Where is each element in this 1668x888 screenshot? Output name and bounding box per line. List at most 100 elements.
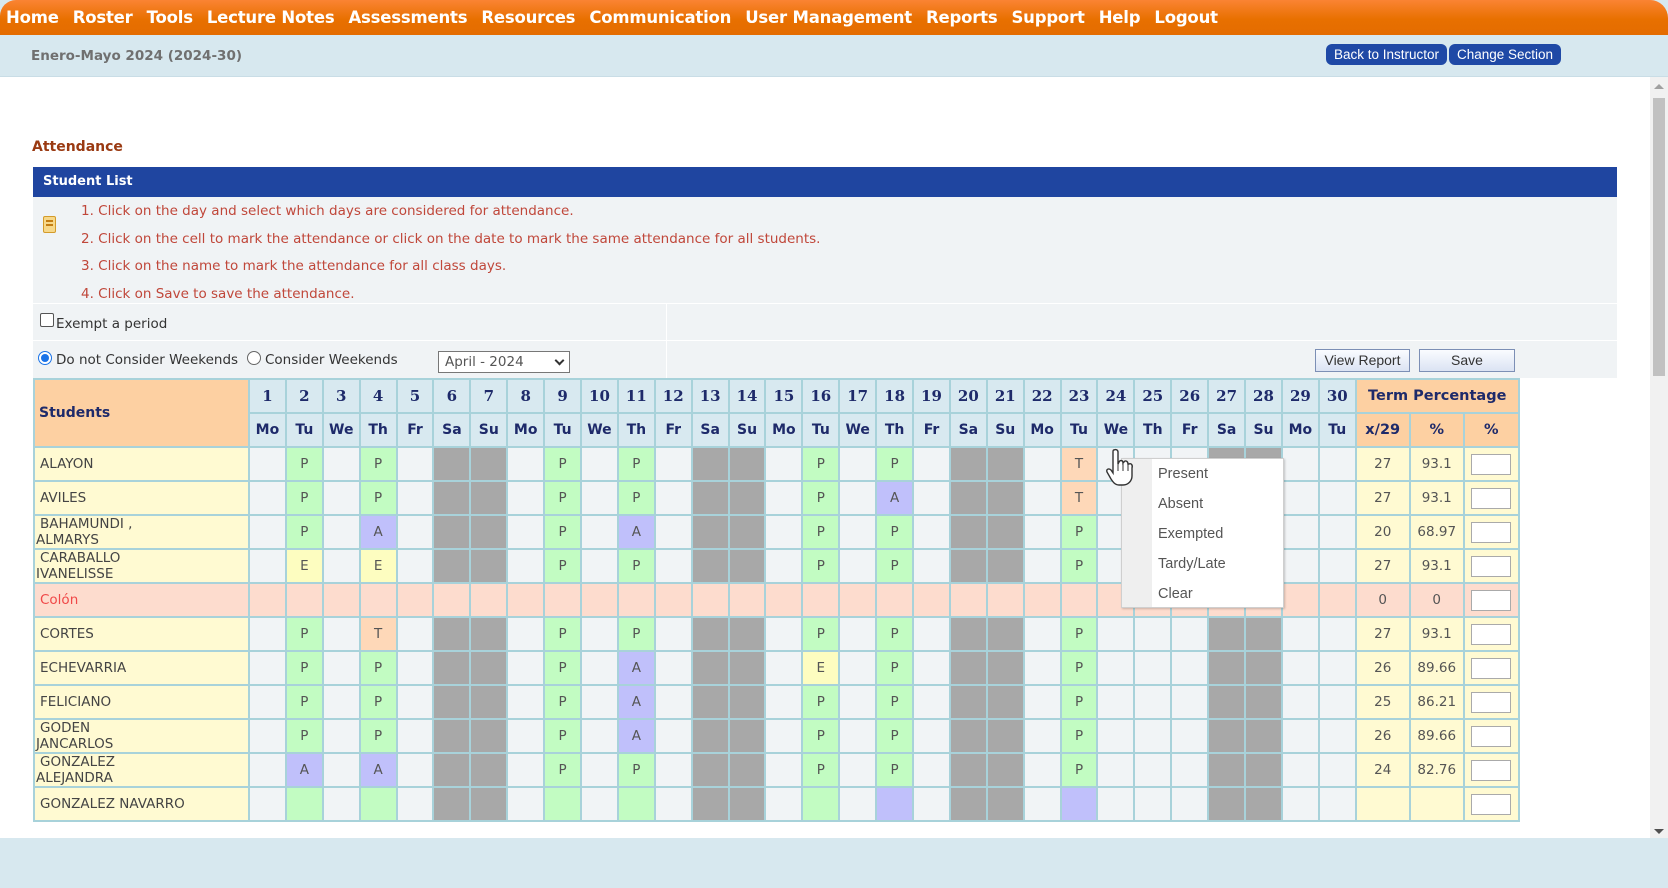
attendance-cell[interactable] [838,786,878,822]
attendance-cell[interactable] [875,786,915,822]
attendance-cell[interactable]: A [875,480,915,516]
attendance-cell[interactable]: P [1059,718,1099,754]
attendance-cell[interactable] [1244,752,1283,788]
attendance-cell[interactable] [690,446,730,482]
attendance-cell[interactable] [727,684,767,720]
attendance-cell[interactable] [653,582,693,618]
override-percentage-input[interactable] [1471,759,1512,781]
attendance-cell[interactable] [948,582,988,618]
student-name[interactable]: GONZALEZ ALEJANDRA [33,752,250,788]
attendance-cell[interactable] [248,718,287,754]
day-header[interactable]: 16 [801,378,841,414]
menu-item-tardy-late[interactable]: Tardy/Late [1158,556,1226,572]
attendance-cell[interactable]: P [543,616,583,652]
attendance-cell[interactable]: T [1059,446,1099,482]
day-header[interactable]: 12 [653,378,693,414]
attendance-cell[interactable]: P [801,616,841,652]
day-header[interactable]: 24 [1096,378,1136,414]
attendance-cell[interactable] [912,684,951,720]
nav-lecture-notes[interactable]: Lecture Notes [207,8,335,27]
day-header[interactable]: 19 [912,378,951,414]
attendance-cell[interactable] [432,446,472,482]
attendance-cell[interactable] [1059,786,1099,822]
attendance-cell[interactable] [321,718,361,754]
attendance-cell[interactable] [948,752,988,788]
attendance-cell[interactable] [1244,718,1283,754]
attendance-cell[interactable]: P [875,684,915,720]
attendance-cell[interactable] [838,718,878,754]
attendance-cell[interactable] [1207,752,1247,788]
attendance-cell[interactable] [506,548,546,584]
attendance-cell[interactable] [653,548,693,584]
attendance-cell[interactable]: P [875,718,915,754]
attendance-cell[interactable] [1096,684,1136,720]
attendance-cell[interactable] [580,446,619,482]
attendance-cell[interactable] [1280,752,1320,788]
nav-roster[interactable]: Roster [73,8,133,27]
attendance-cell[interactable] [1317,684,1357,720]
weekday-header[interactable]: Sa [948,412,988,448]
weekday-header[interactable]: Fr [653,412,693,448]
attendance-cell[interactable] [1022,582,1062,618]
attendance-cell[interactable] [1096,616,1136,652]
attendance-cell[interactable] [764,684,804,720]
attendance-cell[interactable] [1059,582,1099,618]
attendance-cell[interactable] [1022,548,1062,584]
override-percentage-input[interactable] [1471,555,1512,577]
weekday-header[interactable]: We [838,412,878,448]
attendance-cell[interactable] [1244,786,1283,822]
attendance-cell[interactable] [248,514,287,550]
attendance-cell[interactable] [690,786,730,822]
attendance-cell[interactable] [690,514,730,550]
attendance-cell[interactable]: P [543,752,583,788]
attendance-cell[interactable] [1022,480,1062,516]
attendance-cell[interactable] [1170,684,1210,720]
attendance-cell[interactable] [838,650,878,686]
weekday-header[interactable]: Mo [1022,412,1062,448]
attendance-cell[interactable] [727,752,767,788]
attendance-cell[interactable] [506,684,546,720]
attendance-cell[interactable] [432,718,472,754]
attendance-cell[interactable] [1207,616,1247,652]
attendance-cell[interactable] [948,548,988,584]
attendance-cell[interactable] [248,480,287,516]
attendance-cell[interactable] [580,480,619,516]
attendance-cell[interactable] [1207,684,1247,720]
day-header[interactable]: 2 [284,378,324,414]
attendance-cell[interactable]: E [801,650,841,686]
attendance-cell[interactable]: P [875,616,915,652]
attendance-cell[interactable] [432,480,472,516]
attendance-cell[interactable] [1096,650,1136,686]
attendance-cell[interactable]: P [801,480,841,516]
weekday-header[interactable]: Su [469,412,509,448]
override-percentage-input[interactable] [1471,623,1512,645]
attendance-cell[interactable] [248,684,287,720]
attendance-cell[interactable]: P [543,514,583,550]
attendance-cell[interactable] [321,446,361,482]
attendance-cell[interactable]: P [616,446,656,482]
attendance-cell[interactable] [432,616,472,652]
attendance-cell[interactable] [580,786,619,822]
day-header[interactable]: 7 [469,378,509,414]
attendance-cell[interactable] [1317,718,1357,754]
attendance-cell[interactable] [985,480,1025,516]
nav-help[interactable]: Help [1099,8,1141,27]
attendance-cell[interactable] [1280,718,1320,754]
attendance-cell[interactable] [1096,786,1136,822]
attendance-cell[interactable] [1170,752,1210,788]
attendance-cell[interactable]: P [616,752,656,788]
attendance-cell[interactable]: A [616,514,656,550]
attendance-cell[interactable] [727,514,767,550]
attendance-cell[interactable] [764,616,804,652]
attendance-cell[interactable] [1022,446,1062,482]
attendance-cell[interactable]: P [616,480,656,516]
day-header[interactable]: 23 [1059,378,1099,414]
attendance-cell[interactable] [395,752,435,788]
attendance-cell[interactable]: P [543,650,583,686]
attendance-cell[interactable] [580,514,619,550]
attendance-cell[interactable] [653,752,693,788]
attendance-cell[interactable] [985,514,1025,550]
attendance-cell[interactable] [321,548,361,584]
attendance-cell[interactable] [912,616,951,652]
attendance-cell[interactable] [727,616,767,652]
